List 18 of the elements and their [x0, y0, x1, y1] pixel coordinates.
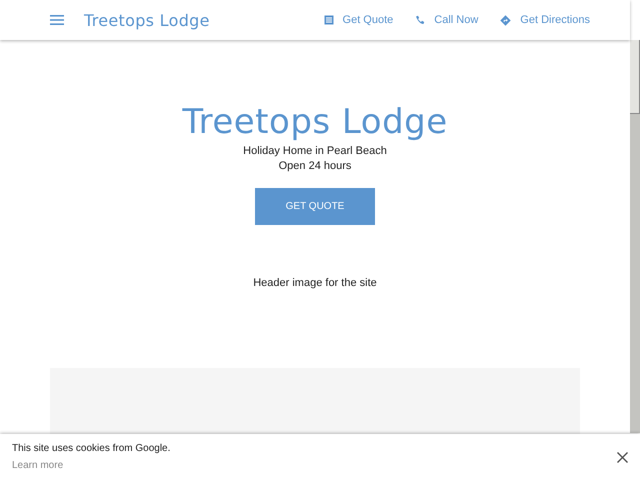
phone-icon: [415, 15, 426, 25]
learn-more-link[interactable]: Learn more: [12, 460, 170, 471]
close-icon[interactable]: [617, 452, 628, 462]
directions-icon: [500, 14, 512, 26]
cookie-message: This site uses cookies from Google.: [12, 443, 170, 454]
site-title[interactable]: Treetops Lodge: [84, 10, 210, 30]
nav-link[interactable]: Call Now: [415, 14, 478, 26]
subtitle: Holiday Home in Pearl Beach: [243, 144, 387, 159]
get-quote-button[interactable]: GET QUOTE: [255, 188, 375, 225]
scrollbar[interactable]: [630, 40, 640, 433]
nav-link[interactable]: Get Directions: [500, 14, 590, 26]
image-caption: Header image for the site: [253, 277, 377, 289]
scrollbar-thumb[interactable]: [630, 40, 640, 114]
hero-title: Treetops Lodge: [182, 101, 448, 144]
menu-icon[interactable]: [50, 15, 64, 25]
opening-hours: Open 24 hours: [278, 159, 352, 174]
nav-link[interactable]: Get Quote: [324, 14, 394, 26]
document-icon: [324, 15, 334, 25]
